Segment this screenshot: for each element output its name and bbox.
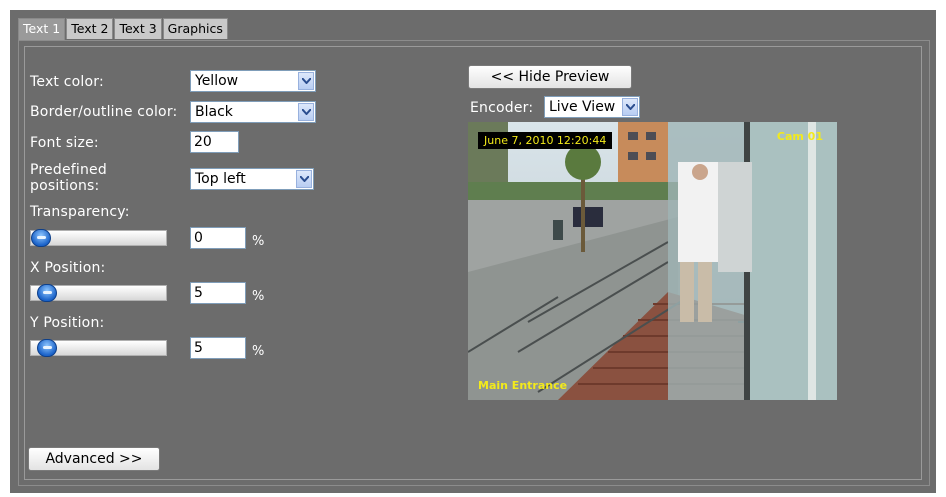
chevron-down-icon[interactable] <box>296 170 312 188</box>
hide-preview-button[interactable]: << Hide Preview <box>468 65 632 89</box>
tab-bar: Text 1 Text 2 Text 3 Graphics <box>18 18 229 41</box>
tab-text-1[interactable]: Text 1 <box>18 18 66 41</box>
transparency-slider-thumb[interactable] <box>31 229 51 247</box>
predefined-positions-value: Top left <box>195 171 246 187</box>
transparency-unit: % <box>252 234 265 249</box>
camera-scene-image <box>468 122 837 400</box>
y-position-slider-thumb[interactable] <box>37 339 57 357</box>
text-color-select[interactable]: Yellow <box>190 70 316 92</box>
transparency-label: Transparency: <box>30 204 130 220</box>
camera-preview: June 7, 2010 12:20:44 Cam 01 Main Entran… <box>468 122 837 400</box>
x-position-label: X Position: <box>30 260 106 276</box>
chevron-down-icon[interactable] <box>622 98 638 116</box>
encoder-select[interactable]: Live View <box>544 96 640 118</box>
predefined-positions-label-line1: Predefined <box>30 162 107 178</box>
transparency-input[interactable]: 0 <box>190 227 246 249</box>
border-color-label: Border/outline color: <box>30 104 178 120</box>
x-position-slider[interactable] <box>30 284 167 302</box>
text-color-label: Text color: <box>30 74 104 90</box>
y-position-slider[interactable] <box>30 339 167 357</box>
tab-text-3[interactable]: Text 3 <box>114 18 162 39</box>
camera-name-overlay: Cam 01 <box>776 130 823 143</box>
font-size-input[interactable]: 20 <box>190 131 239 153</box>
advanced-button[interactable]: Advanced >> <box>28 447 160 471</box>
x-position-unit: % <box>252 289 265 304</box>
y-position-input[interactable]: 5 <box>190 337 246 359</box>
chevron-down-icon[interactable] <box>298 103 314 121</box>
location-overlay: Main Entrance <box>478 379 568 392</box>
encoder-value: Live View <box>549 99 616 115</box>
x-position-slider-thumb[interactable] <box>37 284 57 302</box>
transparency-slider[interactable] <box>30 229 167 247</box>
x-position-input[interactable]: 5 <box>190 282 246 304</box>
tab-text-2[interactable]: Text 2 <box>66 18 114 39</box>
predefined-positions-select[interactable]: Top left <box>190 168 314 190</box>
text-color-value: Yellow <box>195 73 239 89</box>
encoder-label: Encoder: <box>470 100 534 116</box>
y-position-label: Y Position: <box>30 315 105 331</box>
predefined-positions-label-line2: positions: <box>30 178 100 194</box>
border-color-select[interactable]: Black <box>190 101 316 123</box>
chevron-down-icon[interactable] <box>298 72 314 90</box>
timestamp-overlay: June 7, 2010 12:20:44 <box>478 132 613 149</box>
y-position-unit: % <box>252 344 265 359</box>
predefined-positions-label: Predefined positions: <box>30 162 107 194</box>
tab-graphics[interactable]: Graphics <box>162 18 228 39</box>
border-color-value: Black <box>195 104 233 120</box>
font-size-label: Font size: <box>30 135 99 151</box>
